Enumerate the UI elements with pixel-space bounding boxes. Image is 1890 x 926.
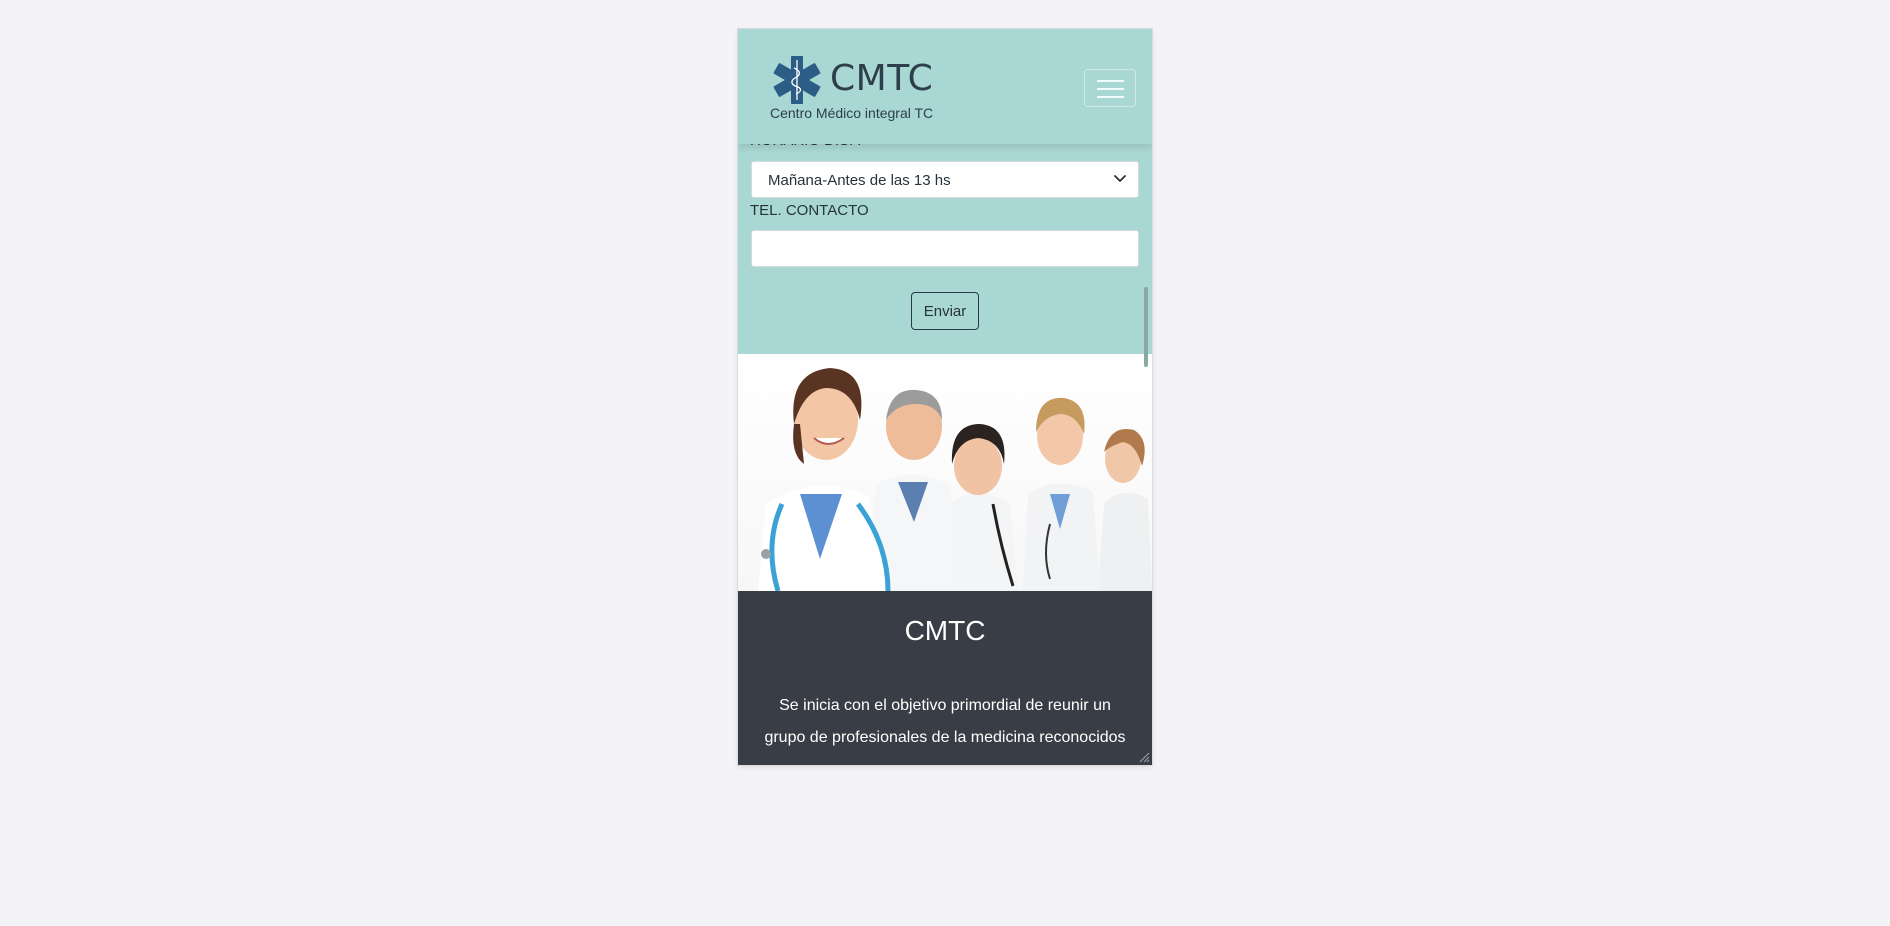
schedule-select-value: Mañana-Antes de las 13 hs xyxy=(768,172,951,189)
doctors-photo xyxy=(738,354,1152,591)
submit-button[interactable]: Enviar xyxy=(911,292,979,330)
star-of-life-icon xyxy=(773,56,821,104)
about-text: Se inicia con el objetivo primordial de … xyxy=(764,697,1126,746)
about-title: CMTC xyxy=(904,615,986,646)
scrollbar-thumb[interactable] xyxy=(1144,287,1148,367)
about-section: CMTC Se inicia con el objetivo primordia… xyxy=(738,591,1152,765)
navbar: CMTC Centro Médico integral TC xyxy=(738,29,1152,144)
phone-input[interactable] xyxy=(751,230,1139,267)
phone-label: TEL. CONTACTO xyxy=(750,202,869,219)
mobile-viewport: HORARIO DISP. Mañana-Antes de las 13 hs … xyxy=(738,29,1152,765)
brand-logo[interactable]: CMTC Centro Médico integral TC xyxy=(770,53,940,127)
brand-name: CMTC xyxy=(830,58,934,99)
brand-subtitle: Centro Médico integral TC xyxy=(770,105,934,121)
schedule-select[interactable]: Mañana-Antes de las 13 hs xyxy=(751,161,1139,198)
chevron-down-icon xyxy=(1114,175,1126,182)
menu-toggle-button[interactable] xyxy=(1084,69,1136,107)
resize-grip-icon[interactable] xyxy=(1138,751,1150,763)
